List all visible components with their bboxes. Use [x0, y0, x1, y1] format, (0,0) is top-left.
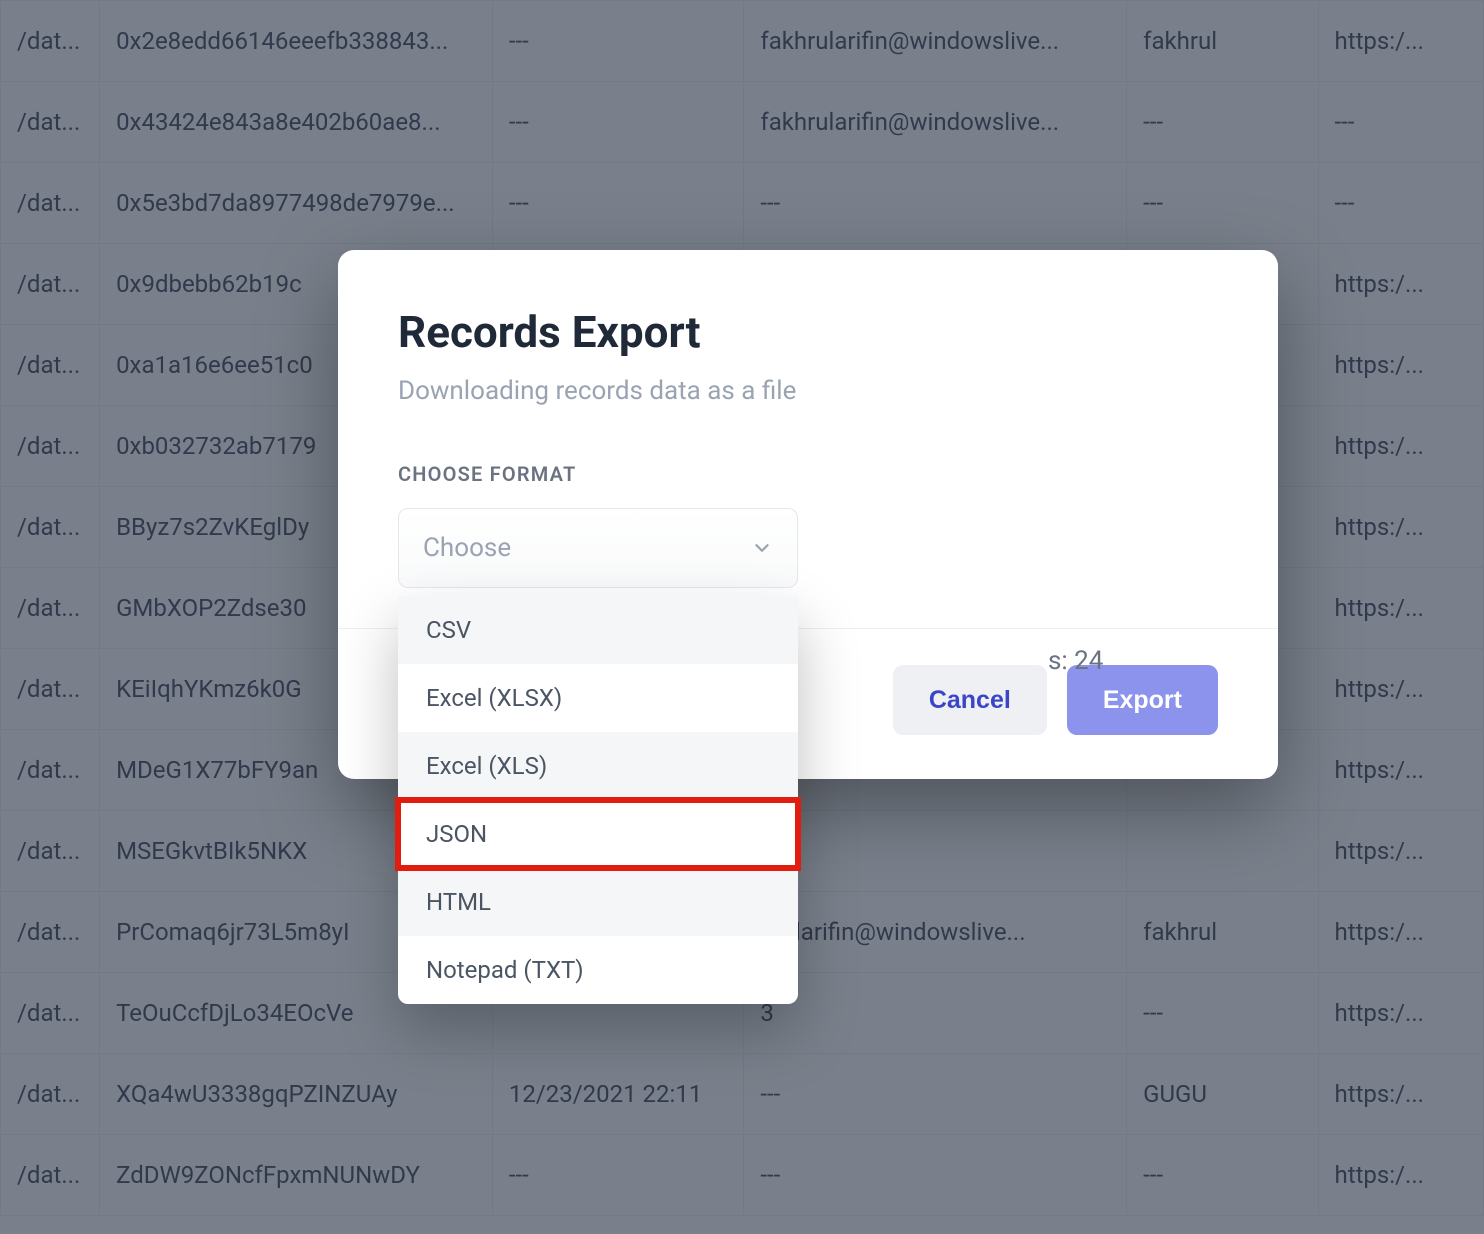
columns-count-fragment: s: 24 [1048, 646, 1103, 676]
cancel-button[interactable]: Cancel [893, 665, 1047, 735]
format-option-csv[interactable]: CSV [398, 596, 798, 664]
modal-subtitle: Downloading records data as a file [398, 376, 1218, 406]
format-select[interactable]: Choose [398, 508, 798, 588]
format-option-xlsx[interactable]: Excel (XLSX) [398, 664, 798, 732]
format-select-placeholder: Choose [423, 533, 511, 563]
chevron-down-icon [751, 537, 773, 559]
format-option-json[interactable]: JSON [398, 800, 798, 868]
format-option-label: HTML [426, 888, 491, 916]
format-option-label: Excel (XLS) [426, 752, 547, 780]
format-option-label: Notepad (TXT) [426, 956, 584, 984]
format-option-label: Excel (XLSX) [426, 684, 562, 712]
format-option-txt[interactable]: Notepad (TXT) [398, 936, 798, 1004]
format-option-label: CSV [426, 616, 471, 644]
format-option-label: JSON [426, 820, 487, 848]
format-section-label: CHOOSE FORMAT [398, 462, 1218, 486]
format-option-html[interactable]: HTML [398, 868, 798, 936]
format-dropdown: CSV Excel (XLSX) Excel (XLS) JSON HTML N… [398, 596, 798, 1004]
modal-title: Records Export [398, 306, 1218, 358]
format-option-xls[interactable]: Excel (XLS) [398, 732, 798, 800]
records-export-modal: Records Export Downloading records data … [338, 250, 1278, 779]
